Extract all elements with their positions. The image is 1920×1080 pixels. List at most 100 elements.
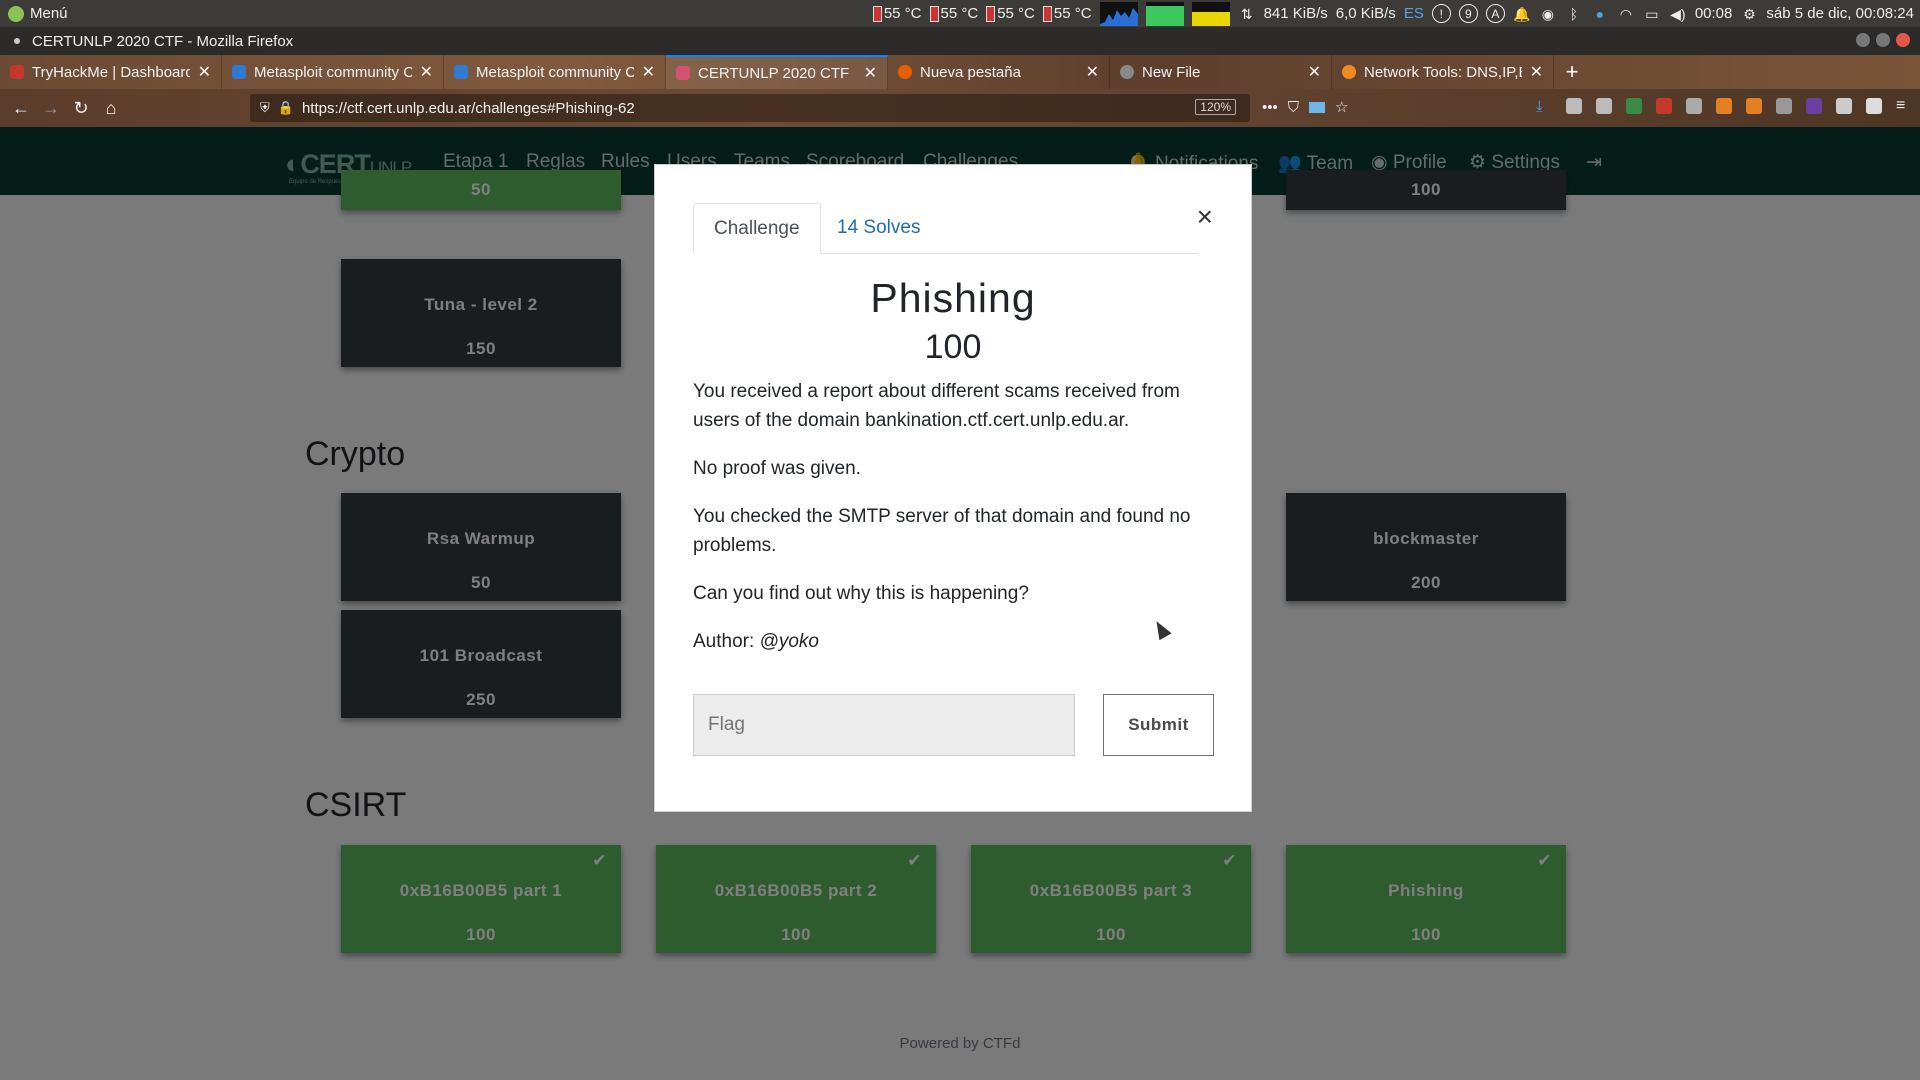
update-badge[interactable]: 9 — [1458, 4, 1478, 23]
thermometer-icon — [872, 5, 882, 22]
page-actions-icon[interactable]: ••• — [1262, 99, 1278, 116]
tab-close-icon[interactable]: ✕ — [864, 63, 877, 83]
tab-label: New File — [1142, 63, 1201, 81]
challenge-title: Phishing — [870, 275, 1036, 321]
account-badge[interactable]: A — [1485, 4, 1505, 23]
temp-sensor-1: 55 °C — [872, 5, 922, 22]
os-tray: 55 °C 55 °C 55 °C 55 °C ⇅ 841 KiB/s 6,0 … — [872, 0, 1914, 27]
window-menu-dot-icon[interactable] — [14, 38, 20, 44]
forward-button[interactable]: → — [36, 98, 66, 119]
linux-mint-icon — [8, 5, 24, 22]
os-menu-label: Menú — [30, 5, 68, 22]
temp-value: 55 °C — [997, 5, 1035, 22]
reload-button[interactable]: ↻ — [66, 98, 96, 119]
tab-challenge[interactable]: Challenge — [693, 203, 821, 254]
description-paragraph: You checked the SMTP server of that doma… — [693, 506, 1191, 556]
extension-icon[interactable] — [1806, 98, 1822, 114]
tab-label: Nueva pestaña — [920, 63, 1021, 81]
extension-icon[interactable] — [1776, 98, 1792, 114]
tracking-protection-icon[interactable]: ⛨ — [260, 100, 270, 116]
browser-tab[interactable]: Network Tools: DNS,IP,E ✕ — [1332, 55, 1554, 89]
net-down: 841 KiB/s — [1263, 5, 1328, 22]
extension-icon[interactable] — [1716, 98, 1732, 114]
new-tab-button[interactable]: + — [1554, 55, 1590, 89]
browser-tab-active[interactable]: CERTUNLP 2020 CTF ✕ — [666, 55, 888, 89]
tab-favicon-icon — [232, 65, 246, 79]
cpu-graph-icon — [1099, 1, 1138, 26]
bookmark-star-icon[interactable]: ☆ — [1335, 98, 1348, 116]
memory-graph-icon — [1145, 1, 1184, 26]
browser-tab[interactable]: Nueva pestaña ✕ — [888, 55, 1110, 89]
alert-badge[interactable]: ! — [1431, 4, 1451, 23]
extension-icon[interactable] — [1746, 98, 1762, 114]
home-button[interactable]: ⌂ — [96, 98, 126, 119]
browser-tab[interactable]: New File ✕ — [1110, 55, 1332, 89]
settings-gear-icon[interactable]: ⚙ — [1740, 5, 1758, 23]
hamburger-menu-icon[interactable]: ≡ — [1896, 98, 1912, 114]
tab-close-icon[interactable]: ✕ — [1530, 62, 1543, 82]
vpn-icon[interactable]: ● — [1591, 5, 1609, 23]
tab-close-icon[interactable]: ✕ — [420, 62, 433, 82]
window-close-button[interactable] — [1896, 33, 1910, 47]
maximize-button[interactable] — [1876, 33, 1890, 47]
url-text[interactable]: https://ctf.cert.unlp.edu.ar/challenges#… — [302, 100, 635, 117]
url-bar[interactable]: ⛨ 🔒 https://ctf.cert.unlp.edu.ar/challen… — [250, 94, 1250, 122]
tab-label: TryHackMe | Dashboard — [32, 63, 190, 81]
volume-icon[interactable]: ◀) — [1669, 5, 1687, 23]
tab-close-icon[interactable]: ✕ — [198, 62, 211, 82]
bluetooth-icon[interactable]: ᛒ — [1565, 5, 1583, 23]
description-paragraph: Can you find out why this is happening? — [693, 583, 1029, 604]
tab-favicon-icon — [10, 65, 24, 79]
author-name: @yoko — [759, 631, 819, 652]
browser-tab[interactable]: Metasploit community C ✕ — [444, 55, 666, 89]
swap-graph-icon — [1191, 1, 1230, 26]
challenge-modal: Challenge 14 Solves × Phishing 100 You r… — [654, 164, 1252, 812]
sidebar-icon[interactable] — [1596, 98, 1612, 114]
downloads-icon[interactable]: ⤓ — [1536, 98, 1552, 115]
browser-tab[interactable]: Metasploit community C ✕ — [222, 55, 444, 89]
temp-value: 55 °C — [1053, 5, 1092, 22]
zoom-indicator[interactable]: 120% — [1195, 99, 1236, 115]
tab-solves[interactable]: 14 Solves — [817, 203, 940, 253]
back-button[interactable]: ← — [6, 98, 36, 119]
tab-label: CERTUNLP 2020 CTF — [698, 64, 850, 82]
lock-icon[interactable]: 🔒 — [278, 100, 294, 116]
os-top-panel: Menú 55 °C 55 °C 55 °C 55 °C ⇅ 841 KiB/s… — [0, 0, 1920, 27]
library-icon[interactable] — [1566, 98, 1582, 114]
wifi-icon[interactable]: ◠ — [1617, 5, 1635, 23]
pocket-icon[interactable]: ⛉ — [1288, 99, 1299, 116]
discord-icon[interactable]: ◉ — [1539, 5, 1557, 23]
extension-icon[interactable] — [1836, 98, 1852, 114]
extension-icon[interactable] — [1626, 98, 1642, 114]
challenge-points: 100 — [924, 328, 982, 366]
os-time[interactable]: 00:08 — [1695, 5, 1733, 22]
flag-extension-icon[interactable] — [1309, 101, 1326, 113]
network-activity-icon: ⇅ — [1240, 5, 1253, 22]
os-datetime[interactable]: sáb 5 de dic, 00:08:24 — [1766, 5, 1914, 22]
tab-favicon-icon — [454, 65, 468, 79]
author-line: Author: @yoko — [693, 627, 1213, 656]
extension-icon[interactable] — [1656, 98, 1672, 114]
description-paragraph: You received a report about different sc… — [693, 381, 1180, 431]
notification-bell-icon[interactable]: 🔔 — [1513, 5, 1531, 23]
tab-close-icon[interactable]: ✕ — [1308, 62, 1321, 82]
extension-icon[interactable] — [1866, 98, 1882, 114]
temp-sensor-2: 55 °C — [929, 5, 978, 22]
battery-icon[interactable]: ▭ — [1643, 5, 1661, 23]
keyboard-layout[interactable]: ES — [1404, 5, 1424, 22]
submit-button[interactable]: Submit — [1103, 694, 1214, 756]
modal-tabs: Challenge 14 Solves — [693, 203, 1198, 254]
window-title: CERTUNLP 2020 CTF - Mozilla Firefox — [32, 32, 294, 50]
tab-close-icon[interactable]: ✕ — [642, 62, 655, 82]
browser-tab-strip: TryHackMe | Dashboard ✕ Metasploit commun… — [0, 55, 1920, 89]
tab-label: Network Tools: DNS,IP,E — [1364, 63, 1522, 81]
flag-input[interactable] — [693, 694, 1075, 756]
minimize-button[interactable] — [1856, 33, 1870, 47]
extension-icon[interactable] — [1686, 98, 1702, 114]
os-menu-button[interactable]: Menú — [0, 5, 68, 22]
browser-tab[interactable]: TryHackMe | Dashboard ✕ — [0, 55, 222, 89]
tab-favicon-icon — [676, 66, 690, 80]
github-icon — [1120, 65, 1134, 79]
modal-close-icon[interactable]: × — [1197, 203, 1213, 231]
tab-close-icon[interactable]: ✕ — [1086, 62, 1099, 82]
